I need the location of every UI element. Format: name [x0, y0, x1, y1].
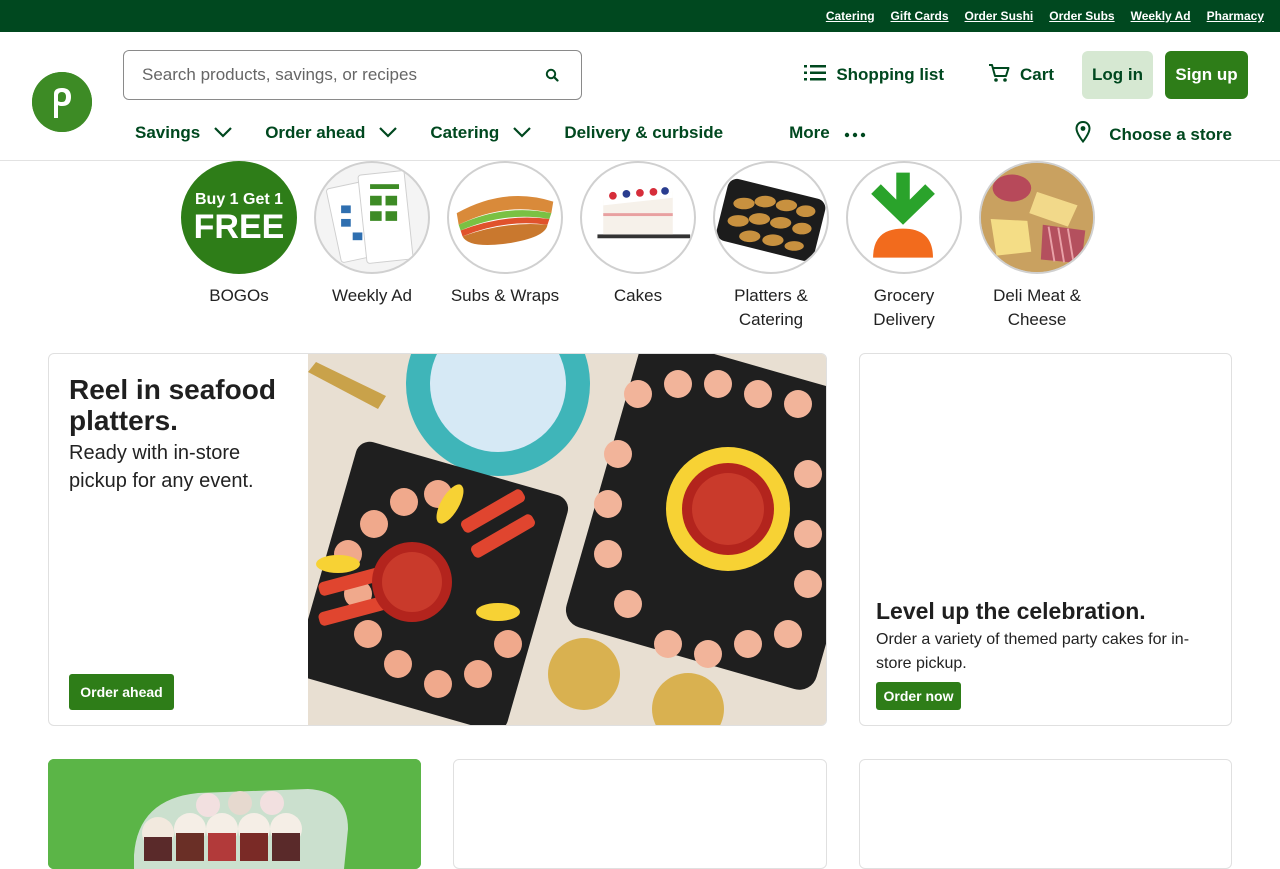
- category-weekly-ad[interactable]: Weekly Ad: [314, 161, 430, 332]
- search-input[interactable]: [142, 65, 541, 85]
- shopping-list-label: Shopping list: [836, 65, 944, 84]
- list-icon: [804, 64, 827, 87]
- category-label: BOGOs: [209, 286, 269, 305]
- choose-store-label: Choose a store: [1109, 124, 1232, 144]
- seafood-promo-title: Reel in seafood platters.: [69, 374, 276, 436]
- category-platters[interactable]: Platters & Catering: [713, 161, 829, 332]
- cake-image: [580, 161, 696, 274]
- category-shortcuts: Buy 1 Get 1 FREE BOGOs Weekly Ad Subs & …: [181, 161, 1095, 332]
- chevron-down-icon: [513, 123, 532, 143]
- topbar-link-order-sushi[interactable]: Order Sushi: [965, 9, 1034, 23]
- nav-savings[interactable]: Savings: [135, 123, 232, 143]
- signup-button[interactable]: Sign up: [1165, 51, 1248, 99]
- nav-order-ahead-label: Order ahead: [265, 123, 366, 142]
- shopping-list-link[interactable]: Shopping list: [804, 64, 944, 87]
- party-cakes-body: Order a variety of themed party cakes fo…: [876, 631, 1190, 672]
- cart-label: Cart: [1019, 65, 1054, 84]
- choose-store-link[interactable]: Choose a store: [1075, 120, 1232, 148]
- category-cakes[interactable]: Cakes: [580, 161, 696, 332]
- site-header: Shopping list Cart Log in Sign up Saving…: [0, 32, 1280, 161]
- seafood-promo-subtitle: Ready with in-store pickup for any event…: [69, 442, 254, 492]
- seafood-promo-card: Reel in seafood platters. Ready with in-…: [48, 353, 827, 726]
- bogo-badge-line2: FREE: [193, 207, 285, 246]
- chevron-down-icon: [214, 123, 232, 143]
- publix-logo[interactable]: [32, 72, 92, 132]
- nav-delivery-curbside[interactable]: Delivery & curbside: [564, 123, 723, 143]
- category-grocery-delivery[interactable]: Grocery Delivery: [846, 161, 962, 332]
- main-nav: Savings Order ahead Catering Delivery & …: [135, 120, 899, 146]
- search-icon[interactable]: [541, 64, 563, 86]
- topbar-link-gift-cards[interactable]: Gift Cards: [891, 9, 949, 23]
- category-label: Weekly Ad: [331, 286, 412, 305]
- topbar-link-catering[interactable]: Catering: [826, 9, 875, 23]
- platter-image: [713, 161, 829, 274]
- utility-bar: Catering Gift Cards Order Sushi Order Su…: [0, 0, 1280, 32]
- nav-more-label: More: [789, 123, 830, 142]
- seafood-platter-image: [295, 354, 826, 725]
- category-subs-wraps[interactable]: Subs & Wraps: [447, 161, 563, 332]
- carrot-icon: [846, 161, 962, 274]
- cart-link[interactable]: Cart: [988, 63, 1054, 88]
- topbar-link-weekly-ad[interactable]: Weekly Ad: [1131, 9, 1191, 23]
- category-label: Subs & Wraps: [450, 286, 560, 305]
- category-label: Cakes: [613, 286, 663, 305]
- cart-icon: [988, 63, 1010, 88]
- sub-sandwich-image: [447, 161, 563, 274]
- topbar-link-order-subs[interactable]: Order Subs: [1049, 9, 1114, 23]
- order-ahead-button[interactable]: Order ahead: [69, 674, 174, 710]
- login-button[interactable]: Log in: [1082, 51, 1153, 99]
- category-label: Deli Meat & Cheese: [993, 286, 1081, 329]
- category-label: Platters & Catering: [734, 286, 808, 329]
- nav-order-ahead[interactable]: Order ahead: [265, 123, 398, 143]
- party-cakes-title: Level up the celebration.: [876, 598, 1146, 624]
- deli-board-image: [979, 161, 1095, 274]
- nav-delivery-label: Delivery & curbside: [564, 123, 724, 142]
- seafood-promo-text: Reel in seafood platters. Ready with in-…: [69, 374, 299, 495]
- order-now-button[interactable]: Order now: [876, 682, 961, 710]
- category-bogos[interactable]: Buy 1 Get 1 FREE BOGOs: [181, 161, 297, 332]
- category-label: Grocery Delivery: [873, 286, 935, 329]
- category-deli[interactable]: Deli Meat & Cheese: [979, 161, 1095, 332]
- location-pin-icon: [1075, 120, 1091, 148]
- search-box: [123, 50, 582, 100]
- nav-savings-label: Savings: [135, 123, 201, 142]
- chevron-down-icon: [379, 123, 398, 143]
- nav-more[interactable]: More: [789, 123, 866, 143]
- bogo-badge: Buy 1 Get 1 FREE: [181, 161, 297, 274]
- bogo-badge-line1: Buy 1 Get 1: [194, 190, 284, 208]
- more-dots-icon: [844, 123, 866, 143]
- weekly-ad-image: [314, 161, 430, 274]
- header-actions: Shopping list Cart Log in Sign up: [804, 51, 1248, 99]
- party-cakes-card: Level up the celebration. Order a variet…: [859, 353, 1232, 726]
- nav-catering-label: Catering: [430, 123, 500, 142]
- nav-catering[interactable]: Catering: [430, 123, 532, 143]
- topbar-link-pharmacy[interactable]: Pharmacy: [1207, 9, 1264, 23]
- logo-p-icon: [32, 72, 92, 132]
